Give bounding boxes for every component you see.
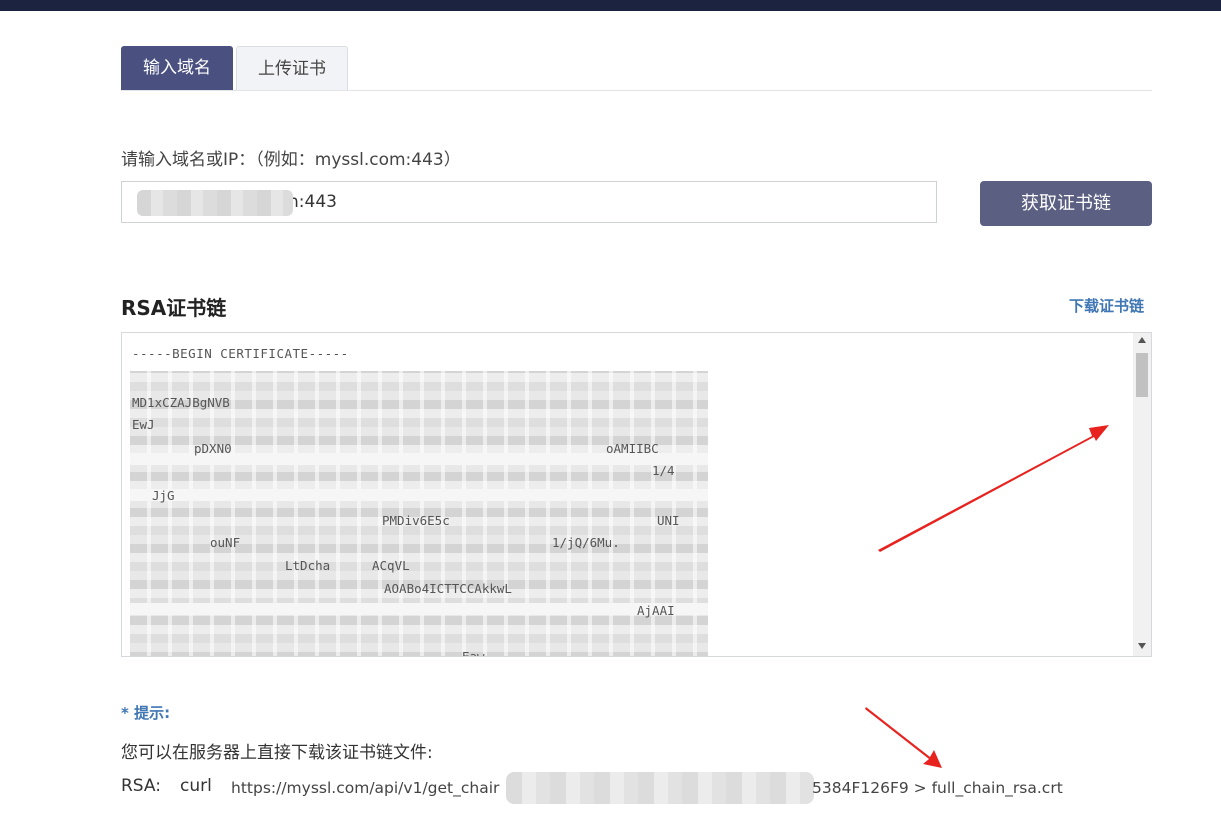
annotation-arrow-lower [865,707,942,768]
cert-fragment: pDXN0 [194,441,232,456]
download-chain-link[interactable]: 下载证书链 [1069,295,1144,316]
vertical-scrollbar[interactable] [1133,333,1151,656]
cert-fragment: EwJ [132,417,155,432]
cert-fragment: ACqVL [372,558,410,573]
cert-fragment: UNI [657,513,680,528]
cert-fragment: AOABo4ICTTCCAkkwL [384,581,512,596]
cert-begin-line: -----BEGIN CERTIFICATE----- [132,346,349,361]
cert-fragment: Eaw [462,649,485,657]
domain-field-label: 请输入域名或IP：（例如：myssl.com:443） [121,150,461,170]
tip-title: * 提示: [121,704,171,722]
redaction-blur [137,190,293,216]
rsa-chain-title: RSA证书链 [121,296,227,320]
scroll-down-arrow-icon[interactable] [1138,643,1146,649]
cert-fragment: ouNF [210,535,241,550]
cert-fragment: 1/4 [652,463,675,478]
fetch-chain-button[interactable]: 获取证书链 [980,181,1152,226]
cert-fragment: JjG [152,488,175,503]
scroll-thumb[interactable] [1136,353,1148,397]
cert-fragment: MD1xCZAJBgNVB [132,395,230,410]
cert-fragment: 1/jQ/6Mu. [552,535,620,550]
tab-enter-domain[interactable]: 输入域名 [121,46,233,90]
rsa-label: RSA: [121,776,161,796]
curl-url-end: 5384F126F9 > full_chain_rsa.crt [812,779,1063,797]
certificate-textarea[interactable]: -----BEGIN CERTIFICATE----- MD1xCZAJBgNV… [121,332,1152,657]
tab-upload-certificate[interactable]: 上传证书 [236,46,348,90]
curl-label: curl [180,776,212,796]
redaction-gap [130,603,708,615]
tab-divider [121,90,1152,91]
curl-url-start: https://myssl.com/api/v1/get_chair [231,779,500,797]
cert-fragment: AjAAI [637,603,675,618]
scroll-up-arrow-icon[interactable] [1138,337,1146,343]
cert-fragment: oAMIIBC [606,441,659,456]
curl-command-line: RSA: curl [121,776,231,796]
redaction-gap [130,489,708,501]
tip-text: 您可以在服务器上直接下载该证书链文件: [121,743,433,763]
cert-fragment: PMDiv6E5c [382,513,450,528]
top-nav-bar [0,0,1221,11]
redaction-blur [506,772,814,804]
cert-fragment: LtDcha [285,558,331,573]
